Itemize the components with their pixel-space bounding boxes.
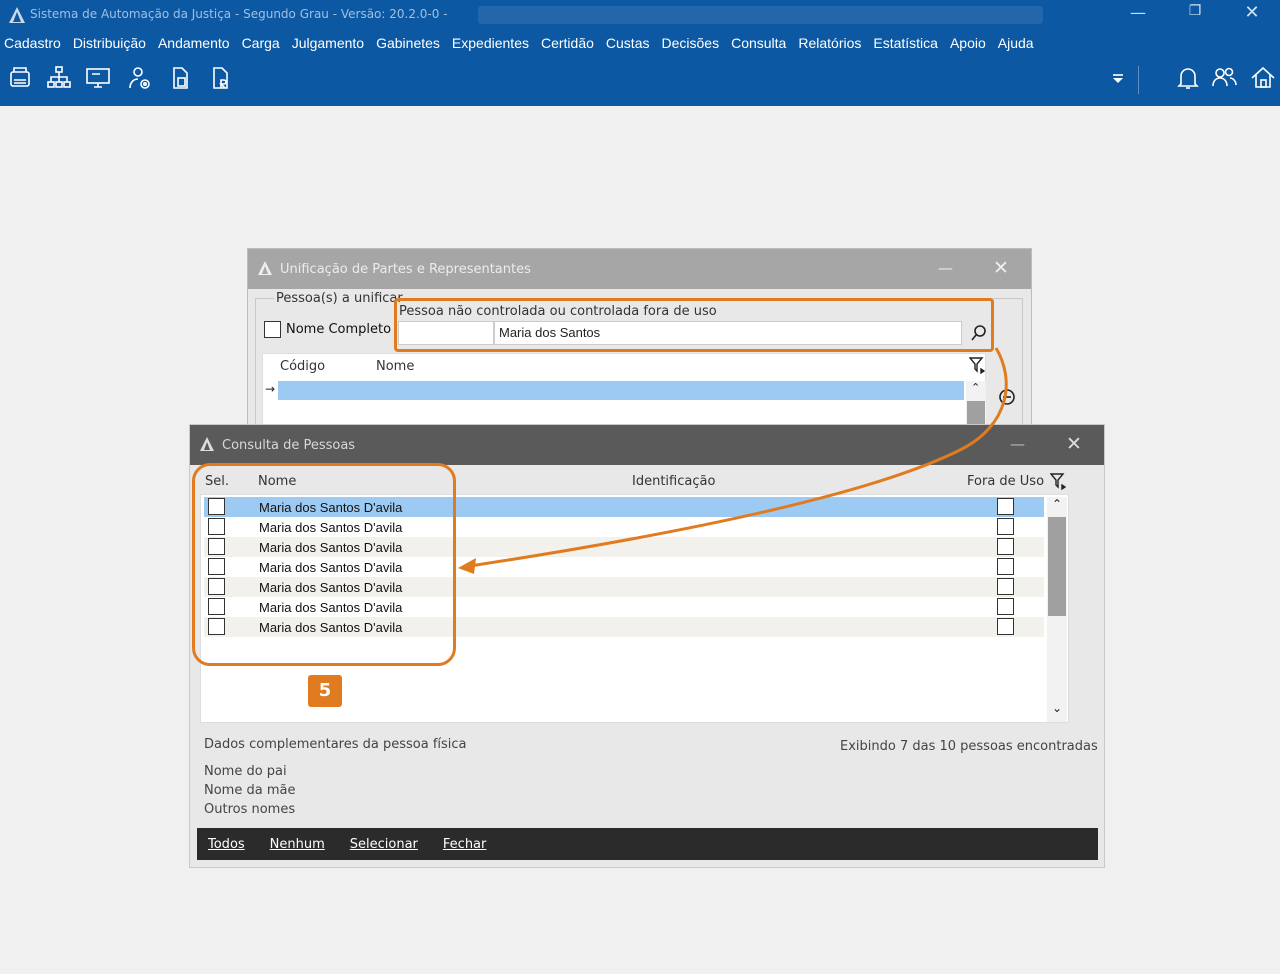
menu-decisoes[interactable]: Decisões [661, 35, 719, 51]
toolbar-divider [1138, 66, 1139, 94]
outros-nomes-label: Outros nomes [204, 802, 296, 817]
step-badge: 5 [308, 675, 342, 707]
col-nome: Nome [376, 359, 415, 374]
scroll-up-icon[interactable]: ⌃ [1052, 497, 1062, 511]
menu-distribuicao[interactable]: Distribuição [73, 35, 146, 51]
menu-certidao[interactable]: Certidão [541, 35, 594, 51]
fora-de-uso-checkbox[interactable] [997, 618, 1014, 635]
dialog-logo-icon [257, 260, 273, 280]
group-label: Pessoa(s) a unificar [274, 291, 405, 306]
menu-ajuda[interactable]: Ajuda [998, 35, 1034, 51]
todos-button[interactable]: Todos [208, 837, 245, 852]
menu-apoio[interactable]: Apoio [950, 35, 986, 51]
org-chart-icon[interactable] [45, 64, 73, 92]
callout-arrow [458, 347, 1008, 574]
scroll-down-icon[interactable]: ⌄ [1052, 701, 1062, 715]
selecionar-button[interactable]: Selecionar [350, 837, 418, 852]
dialog-logo-icon [199, 436, 215, 456]
menu-gabinetes[interactable]: Gabinetes [376, 35, 440, 51]
user-settings-icon[interactable] [126, 64, 154, 92]
dropdown-icon[interactable] [1110, 70, 1126, 90]
nome-mae-label: Nome da mãe [204, 783, 296, 798]
menu-andamento[interactable]: Andamento [158, 35, 230, 51]
unificacao-title-bar: Unificação de Partes e Representantes — … [248, 249, 1031, 289]
consulta-title: Consulta de Pessoas [222, 438, 356, 453]
close-button[interactable]: ✕ [1066, 433, 1082, 455]
nome-completo-label: Nome Completo [286, 322, 392, 337]
row-arrow: → [265, 382, 276, 396]
app-title-bar: Sistema de Automação da Justiça - Segund… [0, 0, 1280, 30]
document-copy-icon[interactable] [166, 64, 194, 92]
bell-icon[interactable] [1174, 64, 1202, 92]
app-logo-icon [8, 6, 26, 27]
monitor-icon[interactable] [84, 64, 112, 92]
menu-carga[interactable]: Carga [242, 35, 280, 51]
fora-de-uso-checkbox[interactable] [997, 598, 1014, 615]
menu-cadastro[interactable]: Cadastro [4, 35, 61, 51]
users-icon[interactable] [1210, 64, 1238, 92]
col-codigo: Código [280, 359, 326, 374]
highlight-box-results [192, 463, 456, 666]
fora-de-uso-checkbox[interactable] [997, 578, 1014, 595]
nome-completo-checkbox[interactable] [264, 321, 281, 338]
minimize-button[interactable]: — [938, 259, 953, 277]
fechar-button[interactable]: Fechar [443, 837, 486, 852]
dados-label: Dados complementares da pessoa física [204, 737, 467, 752]
app-title: Sistema de Automação da Justiça - Segund… [30, 7, 448, 21]
menu-julgamento[interactable]: Julgamento [292, 35, 364, 51]
menu-expedientes[interactable]: Expedientes [452, 35, 529, 51]
title-redacted-area [478, 6, 1043, 24]
button-bar: Todos Nenhum Selecionar Fechar [197, 828, 1098, 860]
menu-bar: Cadastro Distribuição Andamento Carga Ju… [0, 30, 1280, 56]
printer-icon[interactable] [6, 64, 34, 92]
unificacao-title: Unificação de Partes e Representantes [280, 262, 531, 277]
filter-icon[interactable] [1049, 472, 1067, 494]
close-button[interactable]: ✕ [993, 257, 1009, 279]
restore-button[interactable]: ❐ [1175, 3, 1215, 19]
close-button[interactable]: ✕ [1232, 2, 1272, 23]
menu-relatorios[interactable]: Relatórios [798, 35, 861, 51]
exibindo-status: Exibindo 7 das 10 pessoas encontradas [840, 739, 1098, 754]
menu-custas[interactable]: Custas [606, 35, 650, 51]
document-r-icon[interactable] [207, 64, 235, 92]
menu-consulta[interactable]: Consulta [731, 35, 786, 51]
minimize-button[interactable]: — [1118, 3, 1158, 22]
nome-pai-label: Nome do pai [204, 764, 287, 779]
nenhum-button[interactable]: Nenhum [270, 837, 325, 852]
toolbar [0, 56, 1280, 106]
scroll-thumb[interactable] [1048, 517, 1066, 616]
home-icon[interactable] [1249, 64, 1277, 92]
menu-estatistica[interactable]: Estatística [873, 35, 938, 51]
list-scrollbar[interactable]: ⌃ ⌄ [1047, 497, 1067, 722]
